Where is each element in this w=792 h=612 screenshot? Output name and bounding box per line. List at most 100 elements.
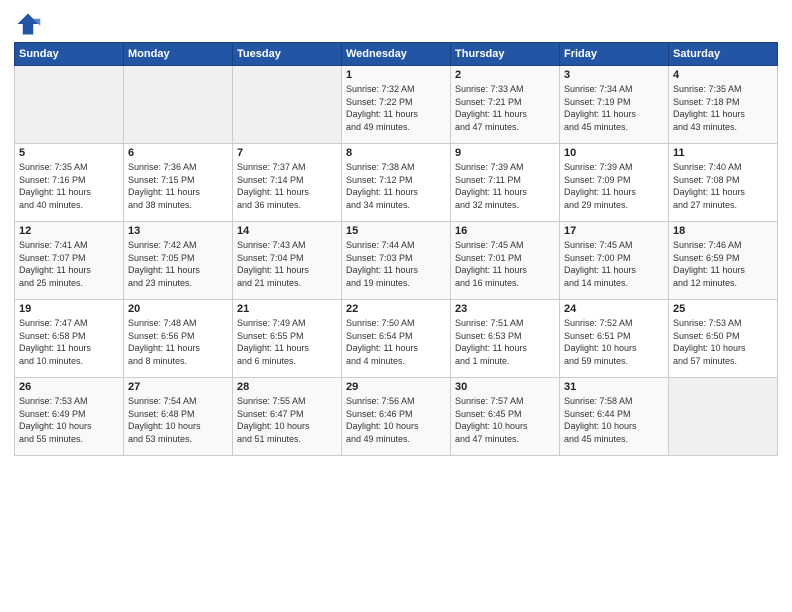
day-info: Sunrise: 7:45 AMSunset: 7:00 PMDaylight:… xyxy=(564,239,664,289)
day-info: Sunrise: 7:52 AMSunset: 6:51 PMDaylight:… xyxy=(564,317,664,367)
day-number: 9 xyxy=(455,147,555,159)
calendar-table: SundayMondayTuesdayWednesdayThursdayFrid… xyxy=(14,42,778,456)
day-number: 6 xyxy=(128,147,228,159)
calendar-week-1: 1 Sunrise: 7:32 AMSunset: 7:22 PMDaylight… xyxy=(15,66,778,144)
day-info: Sunrise: 7:44 AMSunset: 7:03 PMDaylight:… xyxy=(346,239,446,289)
calendar-day: 29 Sunrise: 7:56 AMSunset: 6:46 PMDayligh… xyxy=(342,378,451,456)
day-info: Sunrise: 7:46 AMSunset: 6:59 PMDaylight:… xyxy=(673,239,773,289)
weekday-header-monday: Monday xyxy=(124,43,233,66)
calendar-container: SundayMondayTuesdayWednesdayThursdayFrid… xyxy=(0,0,792,466)
day-info: Sunrise: 7:50 AMSunset: 6:54 PMDaylight:… xyxy=(346,317,446,367)
day-number: 11 xyxy=(673,147,773,159)
day-number: 27 xyxy=(128,381,228,393)
day-number: 23 xyxy=(455,303,555,315)
day-info: Sunrise: 7:38 AMSunset: 7:12 PMDaylight:… xyxy=(346,161,446,211)
day-number: 13 xyxy=(128,225,228,237)
calendar-body: 1 Sunrise: 7:32 AMSunset: 7:22 PMDaylight… xyxy=(15,66,778,456)
day-info: Sunrise: 7:40 AMSunset: 7:08 PMDaylight:… xyxy=(673,161,773,211)
calendar-day: 14 Sunrise: 7:43 AMSunset: 7:04 PMDayligh… xyxy=(233,222,342,300)
day-info: Sunrise: 7:49 AMSunset: 6:55 PMDaylight:… xyxy=(237,317,337,367)
day-info: Sunrise: 7:56 AMSunset: 6:46 PMDaylight:… xyxy=(346,395,446,445)
day-number: 15 xyxy=(346,225,446,237)
calendar-day: 19 Sunrise: 7:47 AMSunset: 6:58 PMDayligh… xyxy=(15,300,124,378)
day-info: Sunrise: 7:39 AMSunset: 7:11 PMDaylight:… xyxy=(455,161,555,211)
day-info: Sunrise: 7:45 AMSunset: 7:01 PMDaylight:… xyxy=(455,239,555,289)
calendar-day xyxy=(669,378,778,456)
day-number: 17 xyxy=(564,225,664,237)
day-info: Sunrise: 7:47 AMSunset: 6:58 PMDaylight:… xyxy=(19,317,119,367)
day-number: 2 xyxy=(455,69,555,81)
calendar-week-4: 19 Sunrise: 7:47 AMSunset: 6:58 PMDayligh… xyxy=(15,300,778,378)
calendar-day: 17 Sunrise: 7:45 AMSunset: 7:00 PMDayligh… xyxy=(560,222,669,300)
day-info: Sunrise: 7:55 AMSunset: 6:47 PMDaylight:… xyxy=(237,395,337,445)
calendar-day: 13 Sunrise: 7:42 AMSunset: 7:05 PMDayligh… xyxy=(124,222,233,300)
calendar-day: 21 Sunrise: 7:49 AMSunset: 6:55 PMDayligh… xyxy=(233,300,342,378)
calendar-week-5: 26 Sunrise: 7:53 AMSunset: 6:49 PMDayligh… xyxy=(15,378,778,456)
day-number: 16 xyxy=(455,225,555,237)
day-info: Sunrise: 7:54 AMSunset: 6:48 PMDaylight:… xyxy=(128,395,228,445)
calendar-day: 6 Sunrise: 7:36 AMSunset: 7:15 PMDaylight… xyxy=(124,144,233,222)
calendar-day: 5Sunrise: 7:35 AMSunset: 7:16 PMDaylight… xyxy=(15,144,124,222)
calendar-day: 11 Sunrise: 7:40 AMSunset: 7:08 PMDayligh… xyxy=(669,144,778,222)
calendar-day: 2 Sunrise: 7:33 AMSunset: 7:21 PMDaylight… xyxy=(451,66,560,144)
day-number: 1 xyxy=(346,69,446,81)
weekday-header-sunday: Sunday xyxy=(15,43,124,66)
day-number: 5 xyxy=(19,147,119,159)
day-info: Sunrise: 7:51 AMSunset: 6:53 PMDaylight:… xyxy=(455,317,555,367)
day-number: 4 xyxy=(673,69,773,81)
day-number: 20 xyxy=(128,303,228,315)
day-info: Sunrise: 7:42 AMSunset: 7:05 PMDaylight:… xyxy=(128,239,228,289)
day-number: 26 xyxy=(19,381,119,393)
calendar-day: 24 Sunrise: 7:52 AMSunset: 6:51 PMDayligh… xyxy=(560,300,669,378)
calendar-day: 26 Sunrise: 7:53 AMSunset: 6:49 PMDayligh… xyxy=(15,378,124,456)
calendar-day: 10Sunrise: 7:39 AMSunset: 7:09 PMDayligh… xyxy=(560,144,669,222)
day-number: 14 xyxy=(237,225,337,237)
day-number: 12 xyxy=(19,225,119,237)
day-number: 18 xyxy=(673,225,773,237)
calendar-day: 31 Sunrise: 7:58 AMSunset: 6:44 PMDayligh… xyxy=(560,378,669,456)
weekday-header-saturday: Saturday xyxy=(669,43,778,66)
calendar-day: 18 Sunrise: 7:46 AMSunset: 6:59 PMDayligh… xyxy=(669,222,778,300)
calendar-week-3: 12 Sunrise: 7:41 AMSunset: 7:07 PMDayligh… xyxy=(15,222,778,300)
day-number: 21 xyxy=(237,303,337,315)
calendar-day: 1 Sunrise: 7:32 AMSunset: 7:22 PMDaylight… xyxy=(342,66,451,144)
weekday-header-tuesday: Tuesday xyxy=(233,43,342,66)
calendar-day: 7Sunrise: 7:37 AMSunset: 7:14 PMDaylight… xyxy=(233,144,342,222)
day-info: Sunrise: 7:39 AMSunset: 7:09 PMDaylight:… xyxy=(564,161,664,211)
calendar-day: 27 Sunrise: 7:54 AMSunset: 6:48 PMDayligh… xyxy=(124,378,233,456)
day-number: 31 xyxy=(564,381,664,393)
calendar-day: 20Sunrise: 7:48 AMSunset: 6:56 PMDayligh… xyxy=(124,300,233,378)
calendar-day: 15 Sunrise: 7:44 AMSunset: 7:03 PMDayligh… xyxy=(342,222,451,300)
day-info: Sunrise: 7:36 AMSunset: 7:15 PMDaylight:… xyxy=(128,161,228,211)
weekday-header-friday: Friday xyxy=(560,43,669,66)
calendar-day: 30Sunrise: 7:57 AMSunset: 6:45 PMDayligh… xyxy=(451,378,560,456)
day-number: 30 xyxy=(455,381,555,393)
calendar-day: 3 Sunrise: 7:34 AMSunset: 7:19 PMDaylight… xyxy=(560,66,669,144)
calendar-day: 4 Sunrise: 7:35 AMSunset: 7:18 PMDaylight… xyxy=(669,66,778,144)
calendar-day: 9 Sunrise: 7:39 AMSunset: 7:11 PMDaylight… xyxy=(451,144,560,222)
day-info: Sunrise: 7:34 AMSunset: 7:19 PMDaylight:… xyxy=(564,83,664,133)
logo-icon xyxy=(14,10,42,38)
calendar-day: 23 Sunrise: 7:51 AMSunset: 6:53 PMDayligh… xyxy=(451,300,560,378)
day-info: Sunrise: 7:43 AMSunset: 7:04 PMDaylight:… xyxy=(237,239,337,289)
day-number: 29 xyxy=(346,381,446,393)
day-info: Sunrise: 7:33 AMSunset: 7:21 PMDaylight:… xyxy=(455,83,555,133)
calendar-day: 12 Sunrise: 7:41 AMSunset: 7:07 PMDayligh… xyxy=(15,222,124,300)
calendar-header: SundayMondayTuesdayWednesdayThursdayFrid… xyxy=(15,43,778,66)
day-number: 28 xyxy=(237,381,337,393)
day-number: 3 xyxy=(564,69,664,81)
calendar-day xyxy=(233,66,342,144)
day-info: Sunrise: 7:53 AMSunset: 6:49 PMDaylight:… xyxy=(19,395,119,445)
day-number: 25 xyxy=(673,303,773,315)
day-info: Sunrise: 7:41 AMSunset: 7:07 PMDaylight:… xyxy=(19,239,119,289)
day-number: 24 xyxy=(564,303,664,315)
logo xyxy=(14,10,46,38)
day-number: 7 xyxy=(237,147,337,159)
day-info: Sunrise: 7:58 AMSunset: 6:44 PMDaylight:… xyxy=(564,395,664,445)
day-info: Sunrise: 7:32 AMSunset: 7:22 PMDaylight:… xyxy=(346,83,446,133)
day-number: 19 xyxy=(19,303,119,315)
day-info: Sunrise: 7:35 AMSunset: 7:18 PMDaylight:… xyxy=(673,83,773,133)
day-number: 8 xyxy=(346,147,446,159)
calendar-day: 25Sunrise: 7:53 AMSunset: 6:50 PMDayligh… xyxy=(669,300,778,378)
calendar-day: 28 Sunrise: 7:55 AMSunset: 6:47 PMDayligh… xyxy=(233,378,342,456)
